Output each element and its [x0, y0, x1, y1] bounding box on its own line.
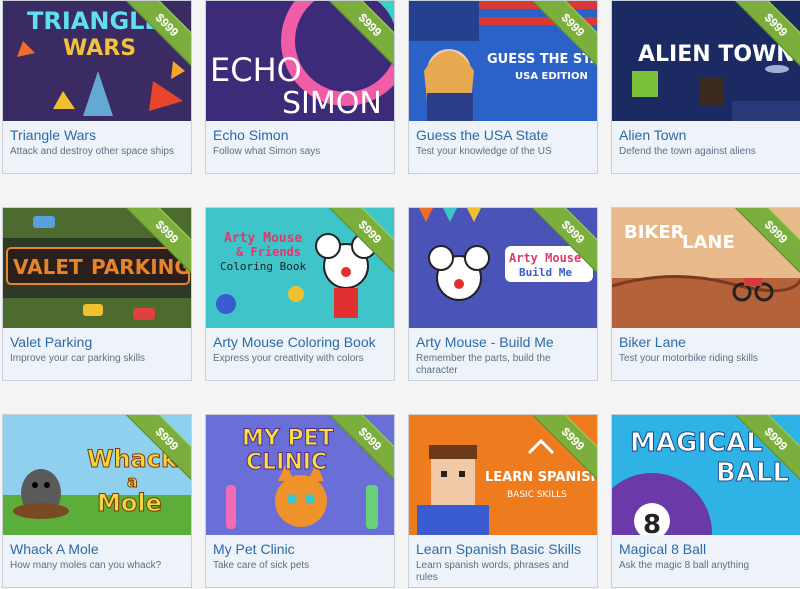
game-title[interactable]: Magical 8 Ball	[619, 541, 793, 558]
thumb-text-line3: Mole	[97, 489, 162, 517]
game-description: Take care of sick pets	[213, 560, 310, 571]
game-description: Express your creativity with colors	[213, 353, 364, 364]
game-description: Learn spanish words, phrases and rules	[416, 560, 569, 583]
thumb-text-line3: Coloring Book	[220, 260, 306, 273]
game-card-my-pet-clinic[interactable]: MY PET CLINIC $999 My Pet Clinic Take ca…	[205, 414, 395, 588]
game-card-biker-lane[interactable]: BIKER LANE $999 Biker Lane Test your mot…	[611, 207, 800, 381]
game-thumbnail[interactable]: TRIANGLE WARS $999	[3, 1, 191, 121]
game-description: Follow what Simon says	[213, 146, 321, 157]
thumb-text-line1: BIKER	[624, 222, 685, 243]
thumb-text-line1: LEARN SPANISH	[485, 470, 597, 485]
game-description: Ask the magic 8 ball anything	[619, 560, 750, 571]
game-card-learn-spanish-basic-skills[interactable]: LEARN SPANISH BASIC SKILLS $999 Learn Sp…	[408, 414, 598, 588]
game-title[interactable]: Biker Lane	[619, 334, 793, 351]
game-title[interactable]: Whack A Mole	[10, 541, 184, 558]
game-card-echo-simon[interactable]: ECHO SIMON $999 Echo Simon Follow what S…	[205, 0, 395, 174]
game-thumbnail[interactable]: ALIEN TOWN $999	[612, 1, 800, 121]
game-thumbnail[interactable]: 8 MAGICAL BALL $999	[612, 415, 800, 535]
game-card-magical-8-ball[interactable]: 8 MAGICAL BALL $999 Magical 8 Ball Ask t…	[611, 414, 800, 588]
game-thumbnail[interactable]: Arty Mouse Build Me $999	[409, 208, 597, 328]
game-card-alien-town[interactable]: ALIEN TOWN $999 Alien Town Defend the to…	[611, 0, 800, 174]
game-title[interactable]: My Pet Clinic	[213, 541, 387, 558]
thumb-text-line1: MY PET	[242, 426, 334, 451]
game-description: Improve your car parking skills	[10, 353, 146, 364]
thumb-text-line1: GUESS THE STATE	[487, 52, 597, 67]
game-card-arty-mouse-coloring-book[interactable]: Arty Mouse & Friends Coloring Book $999 …	[205, 207, 395, 381]
game-thumbnail[interactable]: Whack a Mole $999	[3, 415, 191, 535]
thumb-text-line2: & Friends	[236, 245, 301, 259]
game-description: Test your motorbike riding skills	[619, 353, 758, 364]
thumb-text-line2: LANE	[682, 232, 735, 253]
game-title[interactable]: Arty Mouse - Build Me	[416, 334, 590, 351]
game-title[interactable]: Triangle Wars	[10, 127, 184, 144]
thumb-text-line1: ECHO	[210, 51, 302, 89]
game-description: Attack and destroy other space ships	[10, 146, 174, 157]
thumb-text-line2: Build Me	[519, 266, 572, 279]
thumb-text-line2: BALL	[716, 458, 789, 488]
game-thumbnail[interactable]: Arty Mouse & Friends Coloring Book $999	[206, 208, 394, 328]
game-description: Defend the town against aliens	[619, 146, 756, 157]
game-thumbnail[interactable]: GUESS THE STATE USA EDITION $999	[409, 1, 597, 121]
game-card-triangle-wars[interactable]: TRIANGLE WARS $999 Triangle Wars Attack …	[2, 0, 192, 174]
game-thumbnail[interactable]: LEARN SPANISH BASIC SKILLS $999	[409, 415, 597, 535]
game-card-arty-mouse-build-me[interactable]: Arty Mouse Build Me $999 Arty Mouse - Bu…	[408, 207, 598, 381]
game-title[interactable]: Echo Simon	[213, 127, 387, 144]
thumb-text-line1: Arty Mouse	[224, 231, 302, 246]
game-thumbnail[interactable]: MY PET CLINIC $999	[206, 415, 394, 535]
thumb-text-line1: MAGICAL	[630, 428, 763, 458]
game-card-guess-the-usa-state[interactable]: GUESS THE STATE USA EDITION $999 Guess t…	[408, 0, 598, 174]
thumb-text-line2: USA EDITION	[515, 71, 588, 82]
game-title[interactable]: Arty Mouse Coloring Book	[213, 334, 387, 351]
game-title[interactable]: Valet Parking	[10, 334, 184, 351]
thumb-text-line3: 8	[643, 510, 661, 535]
thumb-text-line1: Arty Mouse	[509, 251, 581, 265]
game-title[interactable]: Learn Spanish Basic Skills	[416, 541, 590, 558]
game-title[interactable]: Guess the USA State	[416, 127, 590, 144]
thumb-text-line1: VALET	[13, 255, 83, 279]
thumb-text-line2: CLINIC	[246, 450, 327, 475]
game-title[interactable]: Alien Town	[619, 127, 793, 144]
thumb-text-line2: BASIC SKILLS	[507, 490, 567, 500]
game-thumbnail[interactable]: VALET PARKING $999	[3, 208, 191, 328]
thumb-text-line2: SIMON	[282, 86, 382, 121]
game-card-valet-parking[interactable]: VALET PARKING $999 Valet Parking Improve…	[2, 207, 192, 381]
game-card-whack-a-mole[interactable]: Whack a Mole $999 Whack A Mole How many …	[2, 414, 192, 588]
game-thumbnail[interactable]: ECHO SIMON $999	[206, 1, 394, 121]
thumb-text-line2: WARS	[63, 36, 136, 61]
game-description: How many moles can you whack?	[10, 560, 162, 571]
game-thumbnail[interactable]: BIKER LANE $999	[612, 208, 800, 328]
thumb-text-line1: ALIEN TOWN	[638, 42, 795, 67]
game-description: Remember the parts, build the character	[416, 353, 551, 376]
game-description: Test your knowledge of the US	[416, 146, 552, 157]
